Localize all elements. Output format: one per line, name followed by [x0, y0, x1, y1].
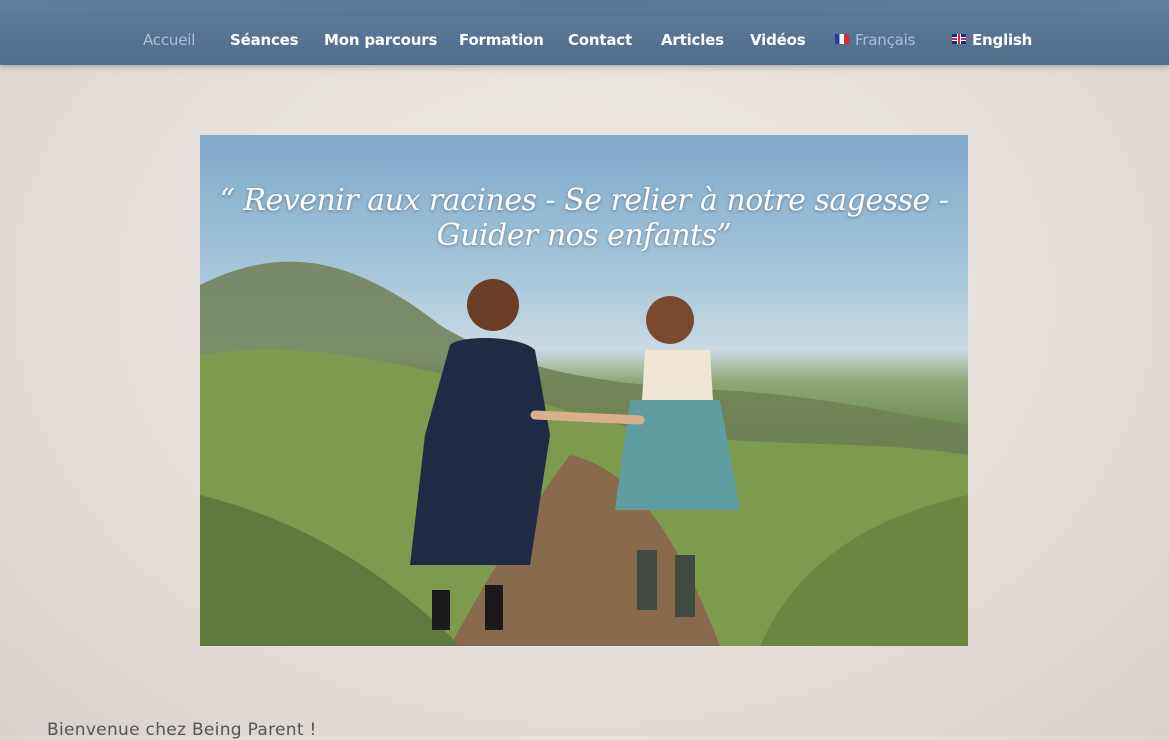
top-strip [0, 0, 1169, 16]
language-francais[interactable]: Français [835, 16, 915, 65]
flag-fr-icon [835, 33, 849, 44]
nav-item-contact[interactable]: Contact [568, 16, 632, 65]
nav-item-articles[interactable]: Articles [661, 16, 724, 65]
welcome-heading: Bienvenue chez Being Parent ! [47, 720, 317, 740]
language-english[interactable]: English [952, 16, 1032, 65]
main-navigation: Accueil Séances Mon parcours Formation C… [0, 16, 1169, 65]
language-english-label: English [972, 31, 1033, 49]
flag-en-icon [952, 33, 966, 44]
language-francais-label: Français [855, 31, 916, 49]
nav-item-formation[interactable]: Formation [459, 16, 544, 65]
nav-item-seances[interactable]: Séances [230, 16, 299, 65]
hero-image: “ Revenir aux racines - Se relier à notr… [200, 135, 968, 646]
hero-quote: “ Revenir aux racines - Se relier à notr… [219, 183, 949, 253]
nav-item-accueil[interactable]: Accueil [143, 16, 195, 65]
nav-item-videos[interactable]: Vidéos [750, 16, 806, 65]
nav-item-mon-parcours[interactable]: Mon parcours [324, 16, 437, 65]
